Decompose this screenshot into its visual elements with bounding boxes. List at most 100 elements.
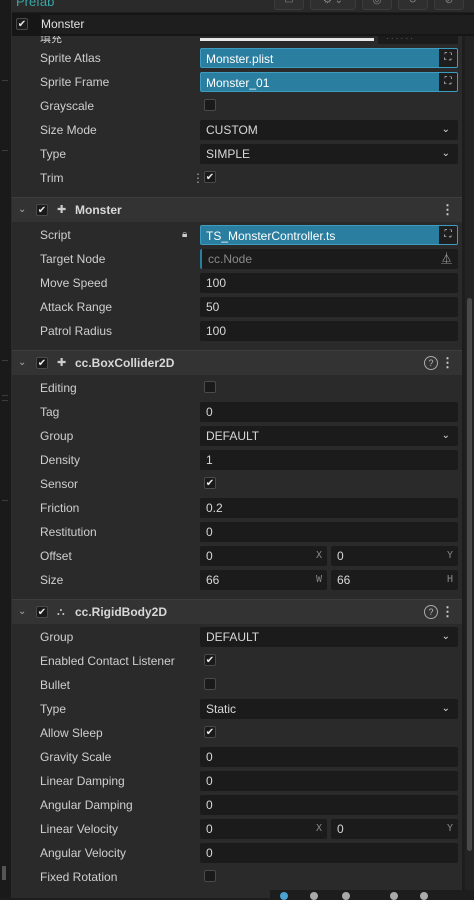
revert-icon[interactable]: ↺ [398,0,428,10]
angular-damping-input[interactable]: 0 [200,795,458,815]
node-active-checkbox[interactable]: ✔ [16,18,28,30]
prop-row-tag: Tag 0 [12,400,462,424]
prop-row-grayscale: Grayscale [12,94,462,118]
puzzle-icon: ✚ [57,357,67,369]
prop-label: Allow Sleep [40,726,103,740]
trim-checkbox[interactable]: ✔ [204,171,216,183]
inspector-scrollbar[interactable] [465,36,474,898]
prop-row-rb-group: Group DEFAULT ⌄ [12,625,462,649]
prop-row-offset: Offset 0 X 0 Y [12,544,462,568]
obscured-field[interactable] [200,38,374,41]
prop-row-sprite-atlas: Sprite Atlas Monster.plist ⛶ [12,46,462,70]
size-mode-select[interactable]: CUSTOM ⌄ [200,120,458,140]
component-menu-icon[interactable]: ⋮ [441,351,454,375]
sprite-atlas-field[interactable]: Monster.plist ⛶ [200,48,458,68]
collapse-arrow-icon[interactable]: ⌄ [18,351,26,375]
dock-scroll-thumb[interactable] [2,866,6,880]
contact-listener-checkbox[interactable]: ✔ [204,654,216,666]
sprite-type-select[interactable]: SIMPLE ⌄ [200,144,458,164]
sprite-frame-field[interactable]: Monster_01 ⛶ [200,72,458,92]
tag-input[interactable]: 0 [200,402,458,422]
apply-icon[interactable]: ⊘ [434,0,464,10]
node-icon[interactable]: ⏅ [441,249,452,269]
chevron-down-icon: ⌄ [441,124,450,135]
prop-label: Type [40,147,67,161]
size-mode-value: CUSTOM [206,123,258,137]
prop-row-size-mode: Size Mode CUSTOM ⌄ [12,118,462,142]
toolbar-button[interactable]: ▭ [274,0,304,10]
component-header-monster[interactable]: ⌄ ✔ ✚ Monster ⋮ [12,197,462,222]
prop-row-friction: Friction 0.2 [12,496,462,520]
status-dot-icon [342,892,350,900]
prop-label: Bullet [40,678,71,692]
component-title: Monster [75,203,122,217]
prefab-label: Prefab [16,0,55,9]
node-name-input[interactable]: Monster [41,15,474,34]
inspector-panel: 填充 · · · · · · Sprite Atlas Monster.plis… [12,36,462,898]
toolbar-dropdown-button[interactable]: ⚙ ⌄ [310,0,356,10]
collider-group-select[interactable]: DEFAULT ⌄ [200,426,458,446]
component-menu-icon[interactable]: ⋮ [441,198,454,222]
locate-icon[interactable]: ◎ [362,0,392,10]
help-icon[interactable]: ? [424,605,438,619]
scrollbar-thumb[interactable] [467,298,472,851]
friction-input[interactable]: 0.2 [200,498,458,518]
offset-x-input[interactable]: 0 X [200,546,327,566]
size-w-input[interactable]: 66 W [200,570,327,590]
collapse-arrow-icon[interactable]: ⌄ [18,198,26,222]
density-input[interactable]: 1 [200,450,458,470]
prop-label: Size [40,573,64,587]
asset-picker-icon[interactable]: ⛶ [439,73,457,91]
node-name-bar: ✔ Monster [12,13,474,36]
component-enabled-checkbox[interactable]: ✔ [36,357,48,369]
offset-y-input[interactable]: 0 Y [331,546,458,566]
collapse-arrow-icon[interactable]: ⌄ [18,600,26,624]
size-h-value: 66 [337,573,351,587]
allow-sleep-checkbox[interactable]: ✔ [204,726,216,738]
sprite-atlas-value: Monster.plist [206,52,274,66]
angular-velocity-input[interactable]: 0 [200,843,458,863]
linear-damping-input[interactable]: 0 [200,771,458,791]
patrol-radius-input[interactable]: 100 [200,321,458,341]
asset-picker-icon[interactable]: ⛶ [439,226,457,244]
obscured-field-right[interactable]: · · · · · · [378,36,458,44]
bullet-checkbox[interactable] [204,678,216,690]
component-enabled-checkbox[interactable]: ✔ [36,204,48,216]
gravity-scale-input[interactable]: 0 [200,747,458,767]
prop-label: Linear Damping [40,774,125,788]
fixed-rotation-checkbox[interactable] [204,870,216,882]
component-header-box-collider[interactable]: ⌄ ✔ ✚ cc.BoxCollider2D ? ⋮ [12,350,462,375]
prop-label: Trim [40,171,64,185]
linear-velocity-y-input[interactable]: 0 Y [331,819,458,839]
component-title: cc.RigidBody2D [75,605,168,619]
prop-row-restitution: Restitution 0 [12,520,462,544]
prop-label: Sprite Frame [40,75,110,89]
component-enabled-checkbox[interactable]: ✔ [36,606,48,618]
component-header-rigid-body[interactable]: ⌄ ✔ ⛬ cc.RigidBody2D ? ⋮ [12,599,462,624]
axis-y-label: Y [446,550,453,561]
size-h-input[interactable]: 66 H [331,570,458,590]
editing-checkbox[interactable] [204,381,216,393]
rigidbody-type-select[interactable]: Static ⌄ [200,699,458,719]
obscured-row: 填充 · · · · · · [12,36,462,45]
status-bar [270,890,474,900]
component-menu-icon[interactable]: ⋮ [441,600,454,624]
help-icon[interactable]: ? [424,356,438,370]
restitution-input[interactable]: 0 [200,522,458,542]
prop-row-script: Script 🔒︎ TS_MonsterController.ts ⛶ [12,223,462,247]
asset-picker-icon[interactable]: ⛶ [439,49,457,67]
move-speed-input[interactable]: 100 [200,273,458,293]
attack-range-input[interactable]: 50 [200,297,458,317]
sensor-checkbox[interactable]: ✔ [204,477,216,489]
grayscale-checkbox[interactable] [204,99,216,111]
prop-row-density: Density 1 [12,448,462,472]
prop-label: Move Speed [40,276,108,290]
prop-row-type: Type SIMPLE ⌄ [12,142,462,166]
prop-label: Gravity Scale [40,750,112,764]
linear-velocity-x-input[interactable]: 0 X [200,819,327,839]
script-field[interactable]: TS_MonsterController.ts ⛶ [200,225,458,245]
target-node-field[interactable]: cc.Node ⏅ [200,249,458,269]
more-icon[interactable]: ⋮ [192,166,204,190]
linear-velocity-x-value: 0 [206,822,213,836]
rigidbody-group-select[interactable]: DEFAULT ⌄ [200,627,458,647]
